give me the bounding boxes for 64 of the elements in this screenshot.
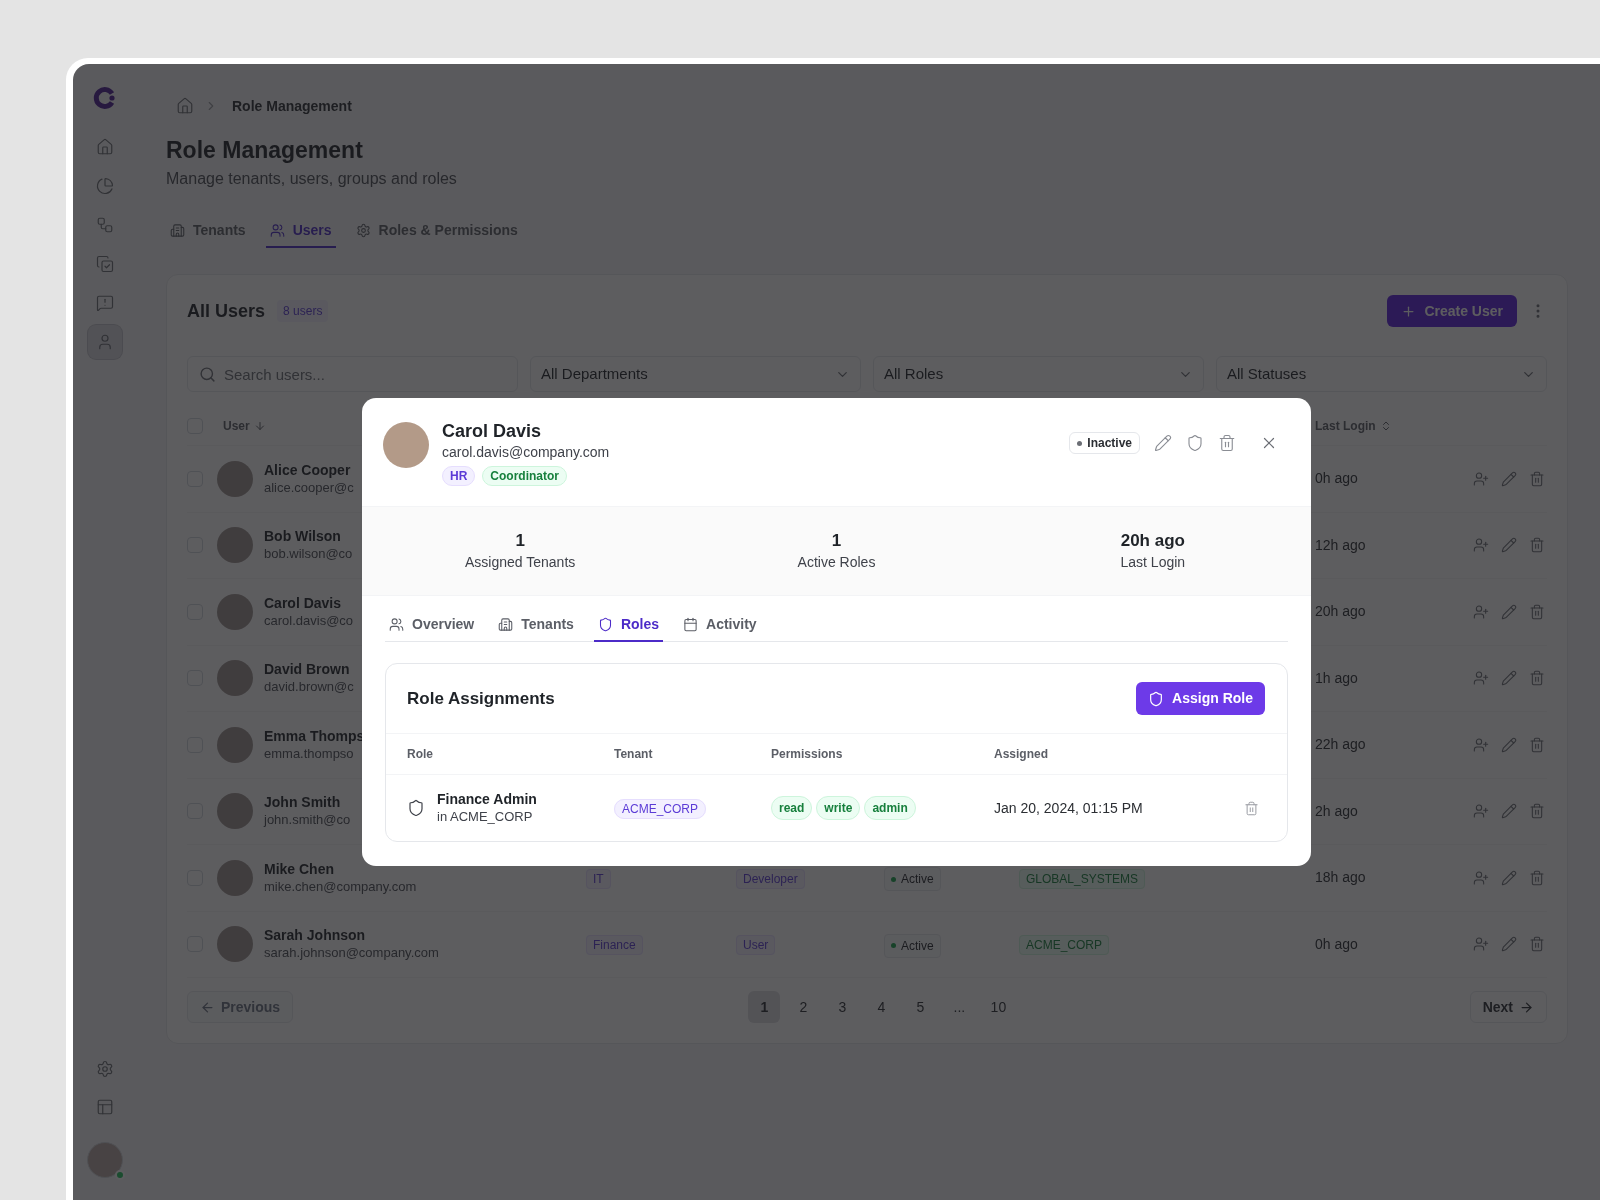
tab[interactable]: Overview [385,608,479,642]
last-login: 0h ago [1315,934,1359,954]
edit-icon[interactable] [1154,434,1172,452]
page-button[interactable]: ... [943,991,976,1023]
user-name: Emma Thomps [264,726,365,745]
permission-tag: read [771,796,813,820]
page-button[interactable]: 4 [865,991,898,1023]
breadcrumb-current: Role Management [232,96,352,116]
role-tag: Coordinator [482,466,567,486]
shield-icon [407,799,425,817]
tab[interactable]: Roles [593,608,664,642]
shield-icon[interactable] [1186,434,1204,452]
stat-value: 1 [831,530,842,552]
role-scope: in ACME_CORP [437,808,534,826]
building-icon [498,616,514,632]
last-login: 1h ago [1315,668,1359,688]
avatar [383,422,429,468]
permission-tag: write [816,796,861,820]
permission-tag: admin [864,796,916,820]
page-button[interactable]: 2 [787,991,820,1023]
last-login: 18h ago [1315,868,1367,888]
user-name: David Brown [264,660,351,679]
stat-value: 20h ago [1120,530,1185,552]
section-title: Role Assignments [407,687,555,710]
card-title: All Users [187,299,266,323]
trash-icon[interactable] [1218,434,1236,452]
user-email: carol.davis@company.com [442,443,610,462]
user-name: Alice Cooper [264,460,352,479]
trash-icon[interactable] [1244,800,1259,816]
page-button[interactable]: 3 [826,991,859,1023]
last-login: 20h ago [1315,602,1367,622]
stat-label: Active Roles [797,553,876,572]
tab[interactable]: Tenants [494,608,578,642]
column-header: Permissions [771,746,844,763]
stat-label: Last Login [1120,553,1186,572]
page-button[interactable]: 5 [904,991,937,1023]
shield-icon [597,616,613,632]
role-name: Finance Admin [437,790,537,808]
tab[interactable]: Activity [679,608,761,642]
assigned-date: Jan 20, 2024, 01:15 PM [994,798,1143,818]
user-name: Mike Chen [264,859,335,878]
column-header: Role [407,746,434,763]
column-header: Assigned [994,746,1049,763]
shield-icon [1148,690,1165,707]
tenant-tag: ACME_CORP [614,799,706,819]
users-icon [389,616,404,632]
user-name: Sarah Johnson [264,926,367,945]
stat-value: 1 [515,530,525,552]
status-badge: Inactive [1069,432,1140,454]
department-tag: HR [442,466,476,486]
page-title: Role Management [166,136,364,164]
user-name: John Smith [264,793,342,812]
assign-role-button[interactable]: Assign Role [1136,682,1265,715]
calendar-icon [683,616,699,632]
user-name: Bob Wilson [264,527,342,546]
user-name: Carol Davis [442,420,543,442]
last-login: 12h ago [1315,535,1367,555]
last-login: 2h ago [1315,801,1359,821]
last-login: 22h ago [1315,735,1367,755]
stat-label: Assigned Tenants [465,553,576,572]
page-button[interactable]: 10 [982,991,1015,1023]
last-login: 0h ago [1315,469,1359,489]
column-header: Tenant [614,746,654,763]
user-name: Carol Davis [264,593,343,612]
